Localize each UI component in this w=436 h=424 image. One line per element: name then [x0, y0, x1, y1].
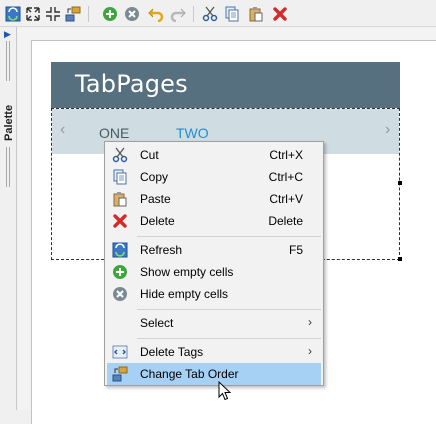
- shortcut: Ctrl+V: [269, 192, 303, 206]
- toolbar: [0, 0, 436, 27]
- delete-icon: [112, 213, 128, 229]
- hide-empty-cells-icon: [112, 286, 128, 302]
- change-tab-order-icon[interactable]: [64, 5, 82, 23]
- menu-separator: [137, 236, 321, 237]
- redo-icon[interactable]: [169, 5, 187, 23]
- paste-icon[interactable]: [247, 5, 265, 23]
- next-tab-arrow[interactable]: ›: [385, 121, 390, 139]
- tab-two[interactable]: TWO: [176, 125, 209, 141]
- palette-grip[interactable]: [6, 41, 11, 81]
- shortcut: Delete: [268, 214, 303, 228]
- menu-label: Hide empty cells: [140, 287, 229, 301]
- menu-separator: [137, 338, 321, 339]
- expand-icon[interactable]: [24, 5, 42, 23]
- mouse-pointer-icon: [218, 381, 232, 401]
- palette-panel[interactable]: ▶ Palette: [0, 27, 17, 410]
- delete-tags-icon: [112, 344, 128, 360]
- context-menu: Cut Ctrl+X Copy Ctrl+C Paste Ctrl+V Dele…: [104, 141, 324, 386]
- submenu-arrow-icon: ›: [308, 344, 312, 358]
- undo-icon[interactable]: [147, 5, 165, 23]
- copy-icon: [112, 169, 128, 185]
- menu-label: Delete Tags: [140, 345, 204, 359]
- resize-handle[interactable]: [398, 257, 402, 261]
- tabpages-header[interactable]: TabPages: [51, 62, 400, 108]
- prev-tab-arrow[interactable]: ‹: [60, 121, 65, 139]
- refresh-icon[interactable]: [4, 5, 22, 23]
- copy-icon[interactable]: [223, 5, 241, 23]
- submenu-arrow-icon: ›: [308, 315, 312, 329]
- menu-item-cut[interactable]: Cut Ctrl+X: [107, 144, 321, 166]
- tab-one[interactable]: ONE: [99, 125, 129, 141]
- menu-label: Copy: [140, 170, 169, 184]
- shortcut: Ctrl+C: [268, 170, 303, 184]
- menu-separator: [137, 309, 321, 310]
- palette-grip[interactable]: [6, 147, 11, 187]
- collapse-icon[interactable]: [44, 5, 62, 23]
- menu-label: Cut: [140, 148, 159, 162]
- cut-icon[interactable]: [201, 5, 219, 23]
- shortcut: Ctrl+X: [269, 148, 303, 162]
- menu-item-hide-empty-cells[interactable]: Hide empty cells: [107, 283, 321, 305]
- cut-icon: [112, 147, 128, 163]
- menu-label: Refresh: [140, 243, 183, 257]
- change-tab-order-icon: [112, 366, 128, 382]
- menu-item-copy[interactable]: Copy Ctrl+C: [107, 166, 321, 188]
- show-empty-cells-icon[interactable]: [101, 5, 119, 23]
- menu-label: Show empty cells: [140, 265, 234, 279]
- menu-label: Change Tab Order: [140, 367, 239, 381]
- show-empty-cells-icon: [112, 264, 128, 280]
- menu-item-select[interactable]: Select ›: [107, 312, 321, 334]
- delete-icon[interactable]: [271, 5, 289, 23]
- menu-label: Paste: [140, 192, 171, 206]
- expand-palette-icon[interactable]: ▶: [4, 30, 12, 39]
- shortcut: F5: [288, 243, 303, 257]
- menu-item-show-empty-cells[interactable]: Show empty cells: [107, 261, 321, 283]
- menu-item-delete-tags[interactable]: Delete Tags ›: [107, 341, 321, 363]
- refresh-icon: [112, 242, 128, 258]
- tabpages-title: TabPages: [75, 70, 188, 98]
- menu-item-delete[interactable]: Delete Delete: [107, 210, 321, 232]
- menu-item-change-tab-order[interactable]: Change Tab Order: [107, 363, 321, 385]
- paste-icon: [112, 191, 128, 207]
- menu-label: Select: [140, 316, 174, 330]
- menu-label: Delete: [140, 214, 175, 228]
- menu-item-refresh[interactable]: Refresh F5: [107, 239, 321, 261]
- menu-item-paste[interactable]: Paste Ctrl+V: [107, 188, 321, 210]
- palette-label: Palette: [3, 104, 15, 141]
- resize-handle[interactable]: [398, 181, 402, 185]
- hide-empty-cells-icon[interactable]: [123, 5, 141, 23]
